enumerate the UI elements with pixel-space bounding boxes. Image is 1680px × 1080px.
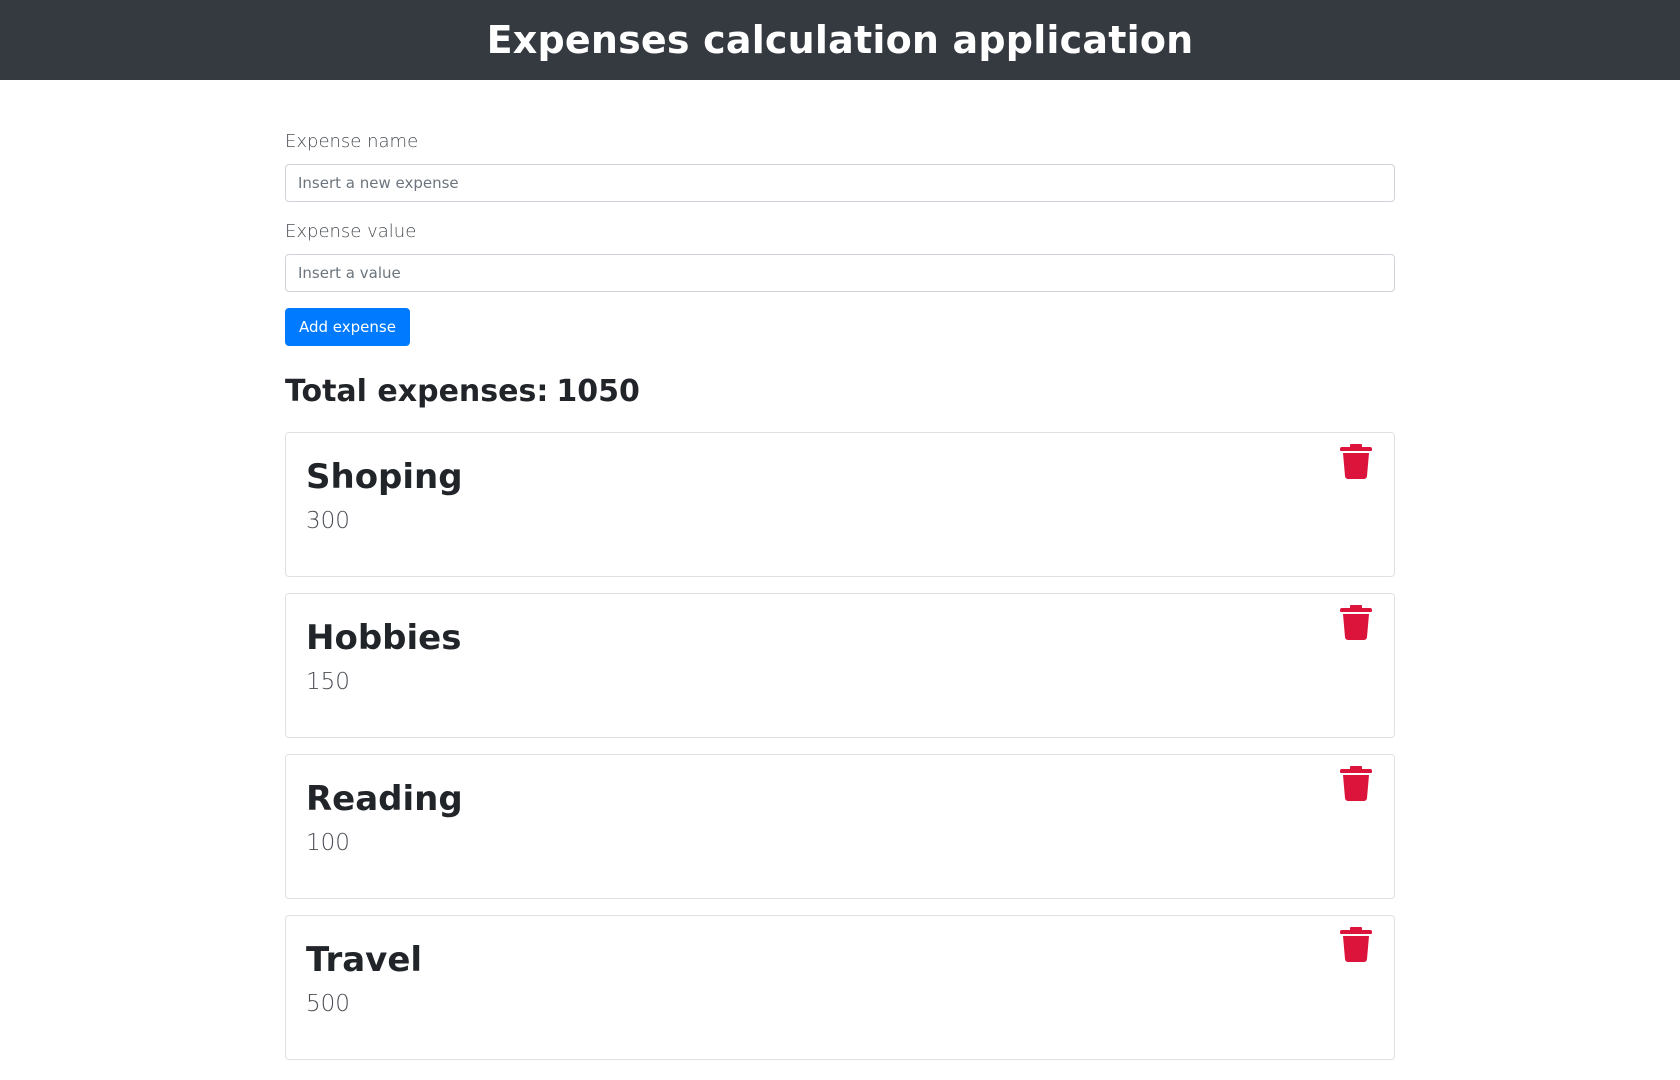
trash-icon xyxy=(1340,927,1372,962)
expense-card: Hobbies 150 xyxy=(285,593,1395,738)
main-content: Expense name Expense value Add expense T… xyxy=(285,128,1395,1076)
delete-expense-button[interactable] xyxy=(1340,602,1376,642)
expense-value-group: Expense value xyxy=(285,218,1395,292)
expense-card: Shoping 300 xyxy=(285,432,1395,577)
delete-expense-button[interactable] xyxy=(1340,441,1376,481)
expense-value-input[interactable] xyxy=(285,254,1395,292)
expense-value: 150 xyxy=(306,669,350,695)
expense-name: Travel xyxy=(306,940,423,980)
expense-value: 100 xyxy=(306,830,350,856)
expense-card: Reading 100 xyxy=(285,754,1395,899)
expense-name: Shoping xyxy=(306,457,463,497)
trash-icon xyxy=(1340,605,1372,640)
trash-icon xyxy=(1340,444,1372,479)
app-header: Expenses calculation application xyxy=(0,0,1680,80)
expense-name-label: Expense name xyxy=(285,131,419,152)
expense-name-input[interactable] xyxy=(285,164,1395,202)
expense-card: Travel 500 xyxy=(285,915,1395,1060)
expense-list: Shoping 300 Hobbies 150 Reading 100 Trav… xyxy=(285,432,1395,1060)
expense-value: 300 xyxy=(306,508,350,534)
delete-expense-button[interactable] xyxy=(1340,763,1376,803)
add-expense-form: Expense name Expense value Add expense xyxy=(285,128,1395,346)
total-expenses-value: 1050 xyxy=(556,374,640,409)
delete-expense-button[interactable] xyxy=(1340,924,1376,964)
expense-name: Hobbies xyxy=(306,618,462,658)
expense-name-group: Expense name xyxy=(285,128,1395,202)
expense-value-label: Expense value xyxy=(285,221,417,242)
page-title: Expenses calculation application xyxy=(486,18,1194,62)
add-expense-button[interactable]: Add expense xyxy=(285,308,410,346)
expense-name: Reading xyxy=(306,779,463,819)
total-expenses-label: Total expenses: xyxy=(285,374,549,409)
total-expenses-heading: Total expenses: 1050 xyxy=(285,372,1395,412)
trash-icon xyxy=(1340,766,1372,801)
expense-value: 500 xyxy=(306,991,350,1017)
